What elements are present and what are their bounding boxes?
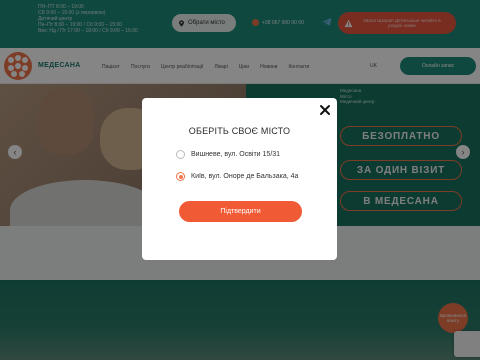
close-icon[interactable] [319,104,331,116]
city-option-label: Київ, вул. Оноре де Бальзака, 4а [191,173,299,180]
confirm-button[interactable]: Підтвердити [179,201,302,222]
radio-kyiv[interactable] [176,172,185,181]
modal-title: ОБЕРІТЬ СВОЄ МІСТО [188,126,291,136]
city-option-vyshneve[interactable]: Вишневе, вул. Освіти 15/31 [176,150,280,159]
radio-vyshneve[interactable] [176,150,185,159]
city-select-modal: ОБЕРІТЬ СВОЄ МІСТО Вишневе, вул. Освіти … [142,98,337,260]
city-option-label: Вишневе, вул. Освіти 15/31 [191,151,281,158]
city-option-kyiv[interactable]: Київ, вул. Оноре де Бальзака, 4а [176,172,298,181]
